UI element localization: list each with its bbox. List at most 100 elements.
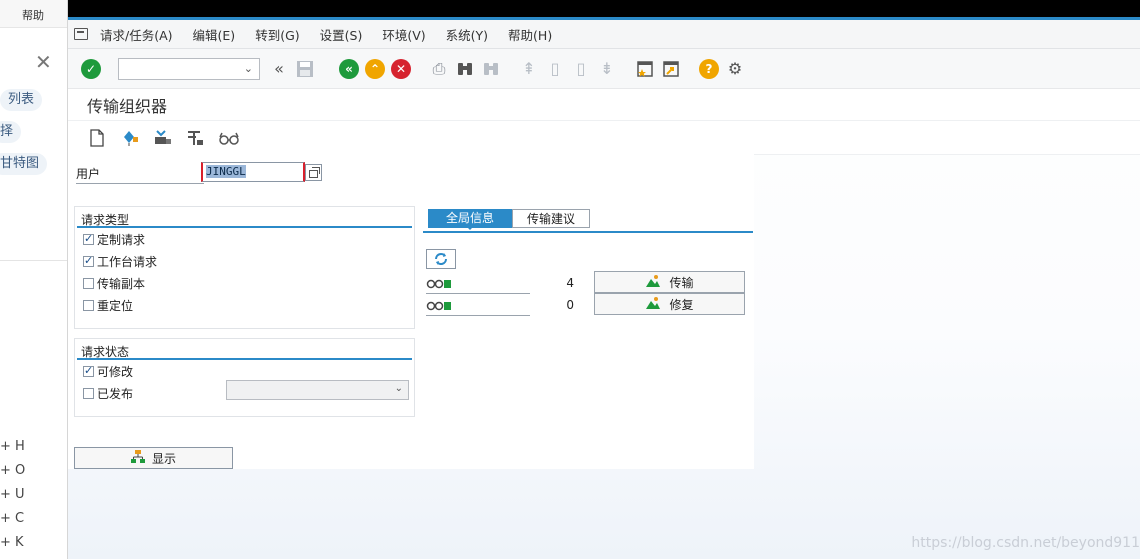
checkbox-relocation[interactable] — [83, 299, 94, 311]
double-left-icon[interactable]: « — [268, 58, 290, 80]
request-status-title: 请求状态 — [77, 343, 412, 360]
menu-goto[interactable]: 转到(G) — [255, 25, 299, 44]
value-help-icon[interactable] — [305, 164, 322, 181]
tree-node-o[interactable]: + O — [0, 463, 25, 478]
checkbox-row-custom[interactable]: 定制请求 — [75, 228, 414, 250]
overview-button[interactable] — [185, 127, 207, 149]
menu-request-task[interactable]: 请求/任务(A) — [100, 25, 173, 44]
title-bar: 传输组织器 — [68, 89, 1140, 121]
checkbox-workbench-request[interactable] — [83, 254, 94, 267]
last-page-icon[interactable]: ⇟ — [596, 58, 618, 80]
window-arrow-icon — [663, 60, 679, 77]
checkbox-transport-copy[interactable] — [83, 277, 94, 289]
left-help-menu[interactable]: 帮助 — [22, 7, 44, 23]
left-header: 帮助 — [0, 0, 67, 28]
left-chip-list[interactable]: 列表 — [0, 89, 43, 111]
glasses-icon — [219, 132, 239, 145]
save-button[interactable] — [294, 58, 316, 80]
first-page-icon[interactable]: ⇞ — [518, 58, 540, 80]
top-bar — [68, 0, 1140, 20]
cancel-button[interactable]: ✕ — [390, 58, 412, 80]
menu-environment[interactable]: 环境(V) — [382, 25, 425, 44]
gear-icon[interactable]: ⚙ — [724, 58, 746, 80]
new-session-icon[interactable] — [634, 58, 656, 80]
mountain-flag-icon — [645, 274, 661, 291]
checkbox-row-workbench[interactable]: 工作台请求 — [75, 250, 414, 272]
refresh-button[interactable] — [426, 249, 456, 269]
standard-toolbar: ✓ ⌄ « « ⌃ ✕ ⎙ ⇞ ▯ ▯ ⇟ ? ⚙ — [68, 49, 1140, 89]
binoculars-next-icon — [484, 62, 498, 75]
page-title: 传输组织器 — [87, 96, 168, 116]
stat-value-transport: 4 — [566, 276, 574, 290]
back-icon: « — [339, 58, 359, 79]
menu-help[interactable]: 帮助(H) — [508, 25, 552, 44]
stat-row-repair — [426, 296, 530, 316]
mountain-flag-icon — [645, 296, 661, 313]
chevron-down-icon: ⌄ — [394, 383, 403, 394]
save-icon — [297, 60, 313, 77]
checkbox-row-relocation[interactable]: 重定位 — [75, 294, 414, 316]
tab-transport-suggestion[interactable]: 传输建议 — [512, 209, 590, 228]
hierarchy-icon — [130, 449, 145, 467]
next-page-icon[interactable]: ▯ — [570, 58, 592, 80]
check-icon: ✓ — [81, 58, 101, 79]
request-type-group: 请求类型 定制请求 工作台请求 传输副本 重定位 — [74, 206, 415, 329]
stat-value-repair: 0 — [566, 298, 574, 312]
checkbox-row-copy[interactable]: 传输副本 — [75, 272, 414, 294]
checkbox-row-modifiable[interactable]: 可修改 — [75, 360, 414, 382]
enter-button[interactable]: ✓ — [80, 58, 102, 80]
checkbox-released[interactable] — [83, 387, 94, 399]
exit-button[interactable]: ⌃ — [364, 58, 386, 80]
close-icon[interactable]: ✕ — [35, 50, 52, 74]
transport-tree-button[interactable] — [119, 127, 141, 149]
transport-button-label: 传输 — [669, 275, 694, 290]
checkbox-relocation-label: 重定位 — [97, 298, 134, 313]
user-input[interactable]: JINGGL — [201, 162, 305, 182]
display-change-button[interactable] — [218, 127, 240, 149]
print-icon[interactable]: ⎙ — [428, 58, 450, 80]
back-button[interactable]: « — [338, 58, 360, 80]
display-button[interactable]: 显示 — [74, 447, 233, 469]
user-label: 用户 — [76, 165, 204, 184]
tree-node-h[interactable]: + H — [0, 439, 25, 454]
tree-node-c[interactable]: + C — [0, 511, 24, 526]
user-input-value: JINGGL — [206, 165, 246, 178]
prev-page-icon[interactable]: ▯ — [544, 58, 566, 80]
help-icon: ? — [699, 58, 719, 79]
main-window: 请求/任务(A) 编辑(E) 转到(G) 设置(S) 环境(V) 系统(Y) 帮… — [68, 0, 1140, 559]
binoculars-icon — [458, 62, 472, 75]
left-chip-select[interactable]: 择 — [0, 121, 22, 143]
command-field[interactable]: ⌄ — [118, 57, 260, 80]
tab-strip: 全局信息 传输建议 — [423, 206, 753, 233]
shortcut-icon[interactable] — [660, 58, 682, 80]
left-chip-gantt[interactable]: 甘特图 — [0, 153, 48, 175]
truck-icon — [155, 129, 171, 144]
menu-settings[interactable]: 设置(S) — [320, 25, 363, 44]
menu-icon[interactable] — [74, 28, 88, 40]
find-icon[interactable] — [454, 58, 476, 80]
create-button[interactable] — [86, 127, 108, 149]
menu-system[interactable]: 系统(Y) — [446, 25, 488, 44]
filter-tree-icon — [188, 130, 203, 145]
released-date-select[interactable]: ⌄ — [226, 380, 409, 400]
diamond-tree-icon — [124, 130, 138, 146]
release-button[interactable] — [152, 127, 174, 149]
repair-button-label: 修复 — [669, 297, 694, 312]
tree-node-k[interactable]: + K — [0, 535, 24, 550]
find-next-icon[interactable] — [480, 58, 502, 80]
transport-button[interactable]: 传输 — [594, 271, 745, 293]
exit-icon: ⌃ — [365, 58, 385, 79]
menu-edit[interactable]: 编辑(E) — [193, 25, 236, 44]
repair-status-icon — [426, 301, 451, 310]
tab-global-info[interactable]: 全局信息 — [428, 209, 512, 230]
display-button-label: 显示 — [151, 451, 176, 466]
checkbox-custom-request[interactable] — [83, 232, 94, 245]
chevron-down-icon: ⌄ — [243, 61, 253, 75]
help-button[interactable]: ? — [698, 58, 720, 80]
checkbox-workbench-label: 工作台请求 — [97, 254, 158, 269]
transport-status-icon — [426, 279, 451, 288]
checkbox-modifiable[interactable] — [83, 364, 94, 377]
tree-node-u[interactable]: + U — [0, 487, 25, 502]
repair-button[interactable]: 修复 — [594, 293, 745, 315]
checkbox-copy-label: 传输副本 — [97, 276, 146, 291]
